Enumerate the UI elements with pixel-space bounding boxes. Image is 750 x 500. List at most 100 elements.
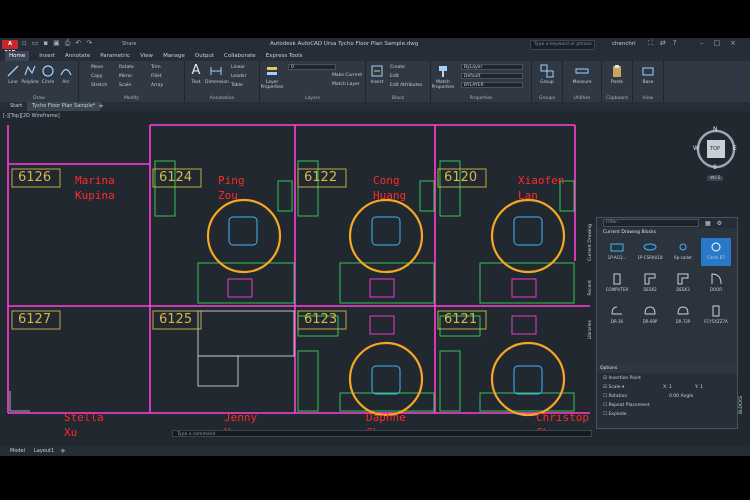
block-item[interactable]: 1P-ACQ... (602, 238, 632, 266)
help-icon[interactable]: ? (673, 39, 677, 48)
room-number[interactable]: 6122 (304, 170, 337, 185)
add-layout-icon[interactable]: + (60, 446, 66, 456)
occupant-name[interactable]: Lan (518, 189, 538, 202)
arc-tool[interactable]: Arc (55, 64, 77, 85)
block-item[interactable]: 1P-CSRAU18 (635, 238, 665, 266)
lineweight-dropdown[interactable]: Default (461, 73, 523, 79)
tab-view[interactable]: View (140, 51, 153, 61)
copy-tool[interactable]: Copy (91, 74, 102, 79)
fillet-tool[interactable]: Fillet (151, 74, 162, 79)
match-layer-tool[interactable]: Match Layer (332, 82, 360, 87)
linetype-dropdown[interactable]: BYLAYER (461, 82, 523, 88)
view-options-icon[interactable]: ▦ (705, 220, 711, 227)
tab-start[interactable]: Start (10, 102, 22, 111)
utilities-panel-title[interactable]: Utilities (563, 96, 601, 101)
explode-checkbox[interactable]: ☐ Explode (603, 412, 626, 417)
close-icon[interactable]: × (730, 39, 736, 47)
share-button[interactable]: Share (122, 41, 136, 47)
maximize-icon[interactable]: □ (714, 39, 721, 47)
occupant-name[interactable]: Daphne (366, 411, 406, 424)
array-tool[interactable]: Array (151, 83, 163, 88)
insertion-point-checkbox[interactable]: ☑ Insertion Point (603, 376, 641, 381)
block-item[interactable]: DOOR (701, 270, 731, 298)
base-tool[interactable]: Base (637, 64, 659, 85)
occupant-name[interactable]: Ping (218, 174, 245, 187)
layer-dropdown[interactable]: 0 (288, 64, 336, 70)
scale-x-input[interactable]: X: 1 (663, 385, 672, 390)
side-tab-current-drawing[interactable]: Current Drawing (588, 224, 593, 261)
blocks-filter-input[interactable]: Filter... (603, 219, 699, 227)
rotation-checkbox[interactable]: ☐ Rotation (603, 394, 627, 399)
make-current-tool[interactable]: Make Current (332, 73, 362, 78)
occupant-name[interactable]: Huang (373, 189, 406, 202)
viewcube[interactable]: TOP N S E W WCS (693, 126, 739, 181)
measure-tool[interactable]: Measure (569, 64, 595, 85)
block-item[interactable]: DR-69P (635, 302, 665, 330)
mirror-tool[interactable]: Mirror (119, 74, 132, 79)
occupant-name[interactable]: Xiaofen (518, 174, 564, 187)
layers-panel-title[interactable]: Layers (260, 96, 365, 101)
tab-parametric[interactable]: Parametric (100, 51, 130, 61)
command-line-input[interactable]: Type a command (172, 430, 592, 437)
tab-insert[interactable]: Insert (39, 51, 55, 61)
layer-properties-tool[interactable]: Layer Properties (260, 64, 284, 90)
undo-icon[interactable]: ↶ (75, 39, 81, 48)
edit-attributes-tool[interactable]: Edit Attributes (390, 83, 422, 88)
save-as-icon[interactable]: ▣ (53, 39, 60, 48)
viewcube-top-face[interactable]: TOP (710, 146, 720, 152)
annotation-panel-title[interactable]: Annotation (185, 96, 259, 101)
tab-collaborate[interactable]: Collaborate (224, 51, 256, 61)
wcs-dropdown[interactable]: WCS (707, 176, 724, 181)
block-item[interactable]: FCY5XZZ7A (701, 302, 731, 330)
occupant-name[interactable]: Cong (373, 174, 400, 187)
clipboard-panel-title[interactable]: Clipboard (602, 96, 632, 101)
dimension-tool[interactable]: Dimension (205, 64, 229, 85)
rotation-angle-input[interactable]: 0.00 Angle (669, 394, 693, 399)
occupant-name[interactable]: Christop (536, 411, 589, 424)
side-tab-libraries[interactable]: Libraries (588, 320, 593, 339)
occupant-name[interactable]: Kupina (75, 189, 115, 202)
linear-tool[interactable]: Linear (231, 65, 245, 70)
trim-tool[interactable]: Trim (151, 65, 161, 70)
search-input[interactable]: Type a keyword or phrase (530, 40, 595, 50)
side-tab-recent[interactable]: Recent (588, 280, 593, 296)
occupant-name[interactable]: Marina (75, 174, 115, 187)
plot-icon[interactable]: ⎙ (65, 39, 71, 48)
exchange-icon[interactable]: ⇄ (660, 39, 666, 48)
room-number[interactable]: 6123 (304, 312, 337, 327)
groups-panel-title[interactable]: Groups (532, 96, 562, 101)
scale-tool[interactable]: Scale (119, 83, 131, 88)
block-item[interactable]: COMPUTER (602, 270, 632, 298)
table-tool[interactable]: Table (231, 83, 243, 88)
paste-tool[interactable]: Paste (606, 64, 628, 85)
compass-east[interactable]: E (733, 145, 737, 152)
user-account[interactable]: chenchri (612, 41, 636, 47)
save-icon[interactable]: ▪ (43, 39, 48, 48)
room-number[interactable]: 6126 (18, 170, 51, 185)
redo-icon[interactable]: ↷ (86, 39, 92, 48)
block-item[interactable]: DR-72P (668, 302, 698, 330)
view-panel-title[interactable]: View (633, 96, 663, 101)
occupant-name[interactable]: Zou (218, 189, 238, 202)
block-item[interactable]: DR-36 (602, 302, 632, 330)
scale-y-input[interactable]: Y: 1 (695, 385, 703, 390)
create-block-tool[interactable]: Create (390, 65, 405, 70)
block-item[interactable]: DESK3 (668, 270, 698, 298)
room-number[interactable]: 6125 (159, 312, 192, 327)
text-tool[interactable]: A Text (185, 64, 207, 86)
tab-manage[interactable]: Manage (163, 51, 185, 61)
open-folder-icon[interactable]: ▭ (32, 39, 39, 48)
cart-icon[interactable]: ⛶ (648, 39, 653, 48)
compass-south[interactable]: S (713, 164, 717, 171)
tab-model[interactable]: Model (10, 446, 25, 456)
tab-home[interactable]: Home (5, 51, 30, 61)
autocad-logo[interactable]: A CAD (2, 40, 18, 56)
block-panel-title[interactable]: Block (366, 96, 430, 101)
settings-icon[interactable]: ⚙ (717, 220, 722, 227)
color-dropdown[interactable]: ByLayer (461, 64, 523, 70)
room-number[interactable]: 6124 (159, 170, 192, 185)
group-tool[interactable]: Group (536, 64, 558, 85)
block-item-selected[interactable]: Circle R7 (701, 238, 731, 266)
scale-dropdown[interactable]: ☑ Scale ▾ (603, 385, 624, 390)
move-tool[interactable]: Move (91, 65, 103, 70)
